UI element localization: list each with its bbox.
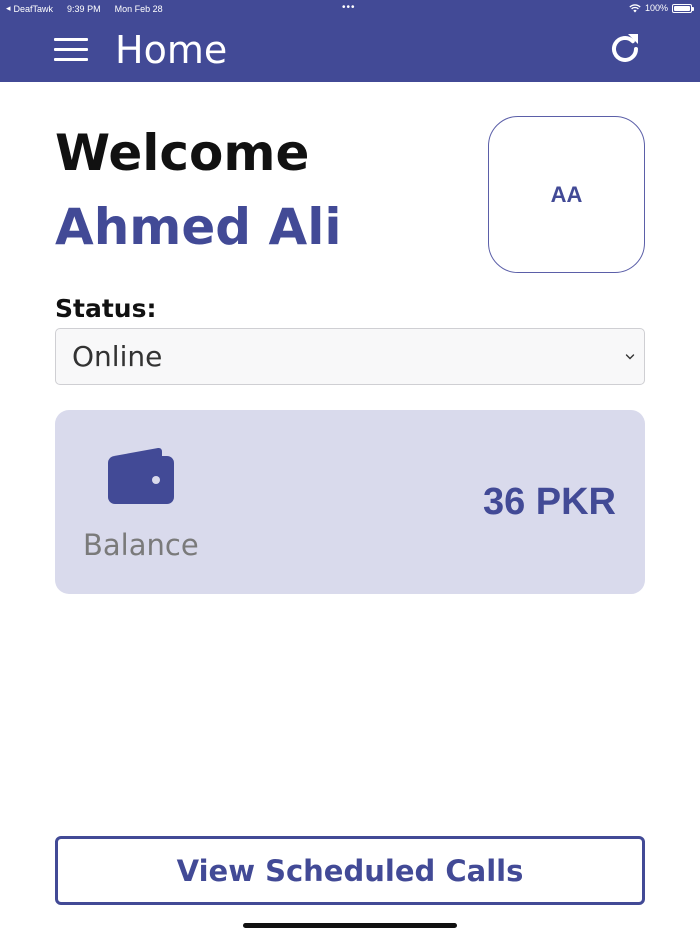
balance-amount: 36 PKR <box>482 481 616 523</box>
welcome-heading: Welcome <box>55 124 310 182</box>
status-bar: ◂ DeafTawk 9:39 PM Mon Feb 28 ••• 100% <box>0 0 700 18</box>
status-bar-left: ◂ DeafTawk 9:39 PM Mon Feb 28 <box>6 3 163 14</box>
page-title: Home <box>115 28 228 72</box>
back-arrow-icon: ◂ <box>6 3 11 13</box>
status-selected-value: Online <box>72 340 163 373</box>
balance-label: Balance <box>83 528 199 562</box>
hamburger-menu-icon[interactable] <box>54 38 88 62</box>
status-label: Status: <box>55 294 157 323</box>
avatar-initials: AA <box>550 181 583 207</box>
wifi-icon <box>629 3 641 12</box>
status-dropdown[interactable]: Online <box>55 328 645 385</box>
status-date: Mon Feb 28 <box>114 3 163 14</box>
back-to-app[interactable]: ◂ DeafTawk <box>6 3 53 14</box>
app-bar: Home <box>0 18 700 82</box>
back-app-label: DeafTawk <box>13 3 54 14</box>
multitask-dots[interactable]: ••• <box>342 2 356 13</box>
status-bar-right: 100% <box>629 3 694 13</box>
avatar[interactable]: AA <box>488 116 645 273</box>
wallet-icon <box>108 447 174 504</box>
battery-icon <box>672 3 694 13</box>
user-name: Ahmed Ali <box>55 198 342 256</box>
status-time: 9:39 PM <box>67 3 101 14</box>
refresh-icon[interactable] <box>606 30 644 68</box>
chevron-down-icon <box>625 354 635 360</box>
balance-card: Balance 36 PKR <box>55 410 645 594</box>
view-scheduled-calls-button[interactable]: View Scheduled Calls <box>55 836 645 905</box>
battery-percent: 100% <box>644 3 668 13</box>
home-indicator[interactable] <box>243 923 457 928</box>
